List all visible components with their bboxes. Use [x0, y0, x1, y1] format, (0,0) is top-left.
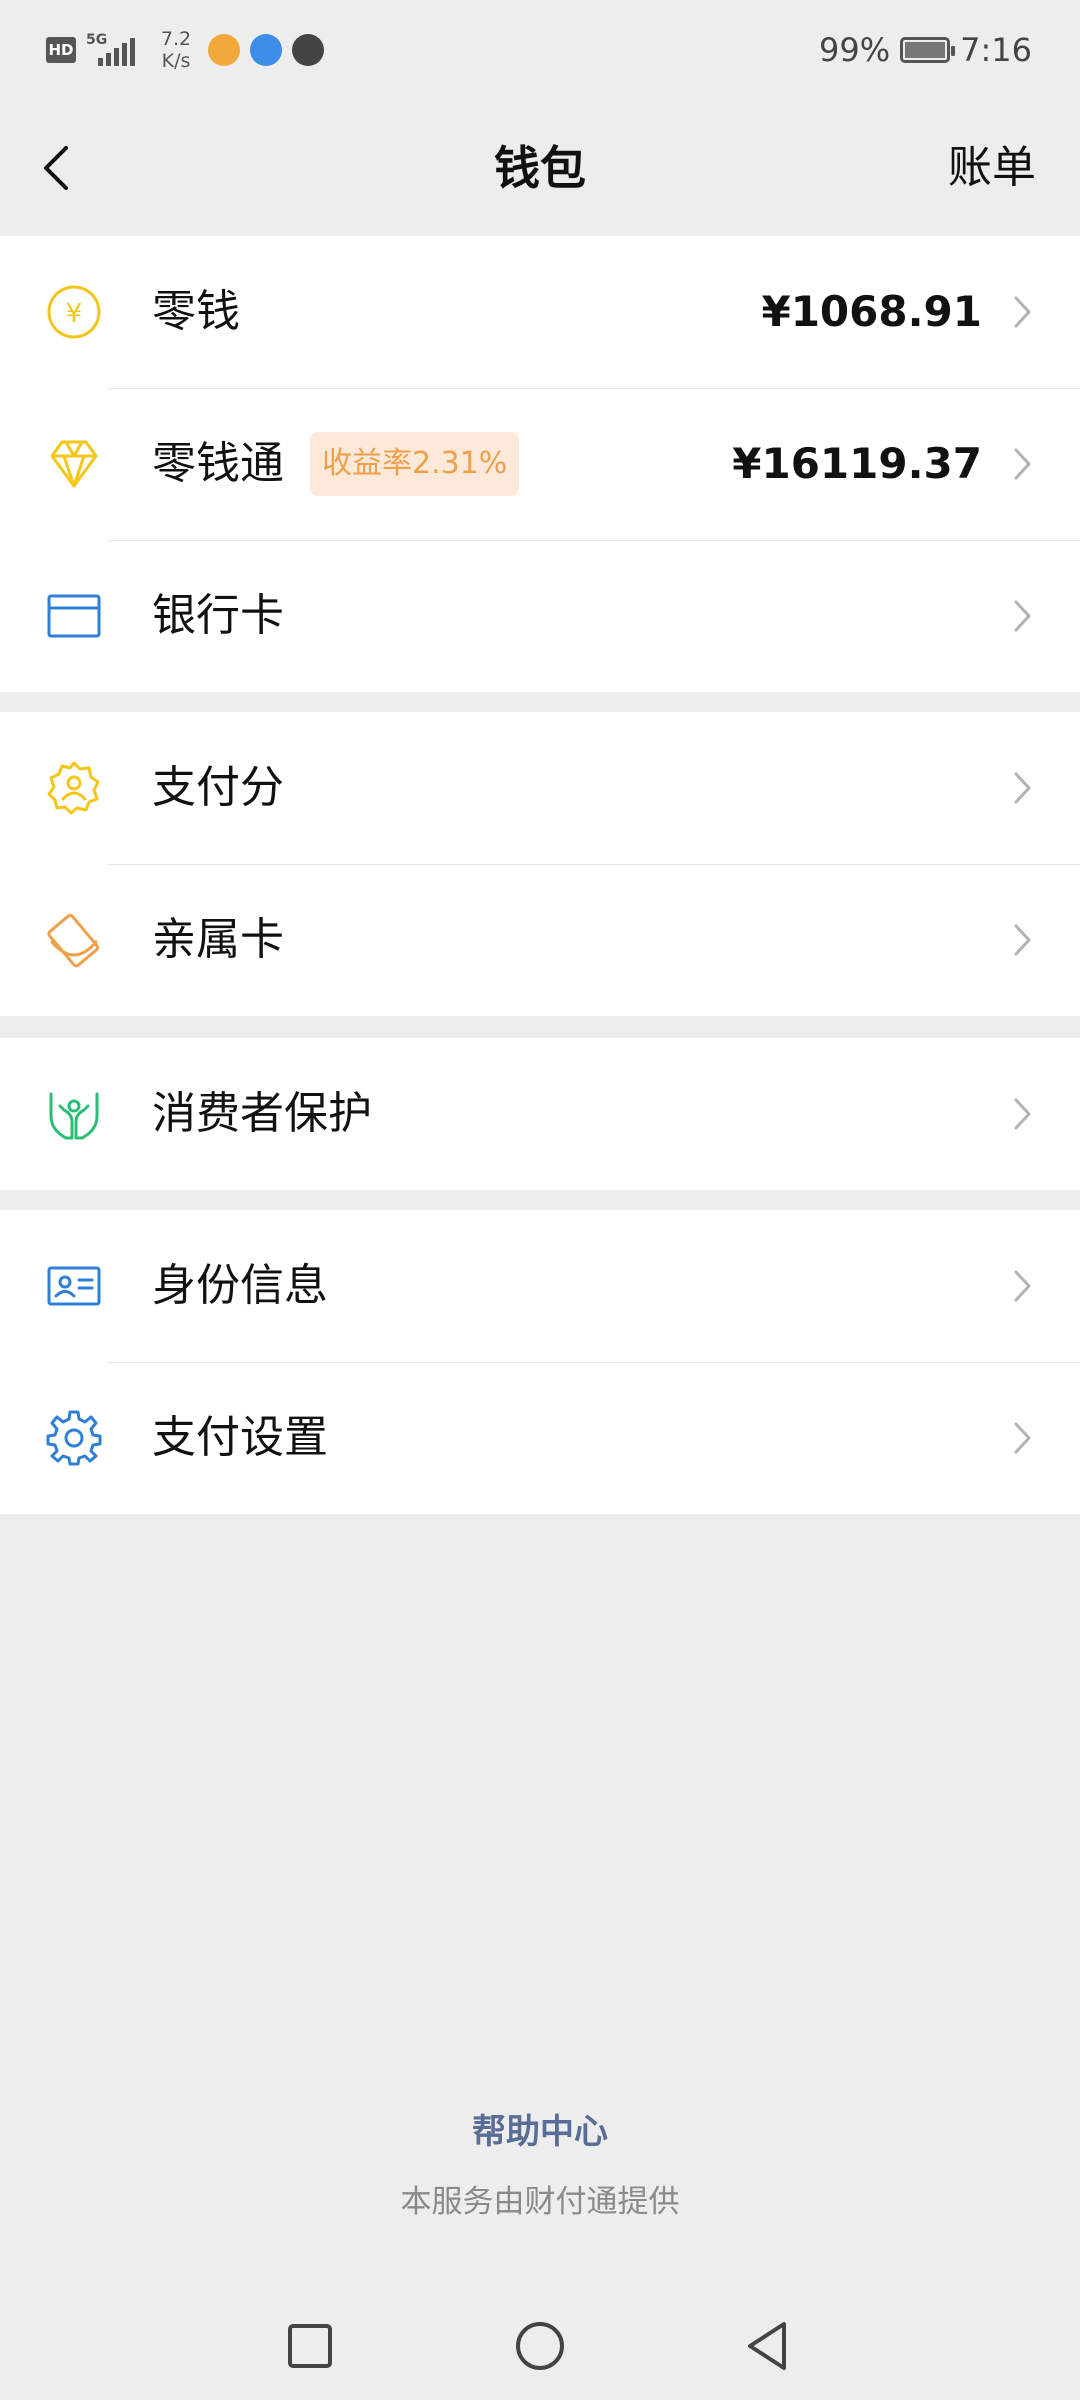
battery-icon [900, 37, 956, 63]
balance-value: ¥1068.91 [761, 287, 982, 336]
list-item-change[interactable]: ¥ 零钱 ¥1068.91 [0, 236, 1080, 388]
list-item-label: 银行卡 [152, 590, 284, 641]
id-card-icon [47, 1266, 101, 1306]
chevron-right-icon [1014, 600, 1031, 632]
signal-5g-icon: 5G [86, 30, 144, 70]
bank-card-icon [47, 594, 101, 638]
list-item-pay-score[interactable]: 支付分 [0, 712, 1080, 864]
list-item-consumer-protection[interactable]: 消费者保护 [0, 1038, 1080, 1190]
chevron-right-icon [1014, 1270, 1031, 1302]
list-item-label: 亲属卡 [152, 914, 284, 965]
chevron-right-icon [1014, 924, 1031, 956]
gear-icon [46, 1410, 102, 1466]
recent-apps-icon[interactable] [280, 2316, 340, 2376]
status-right: 99% 7:16 [819, 22, 1032, 78]
list-item-lingqiantong[interactable]: 零钱通 收益率2.31% ¥16119.37 [0, 388, 1080, 540]
clock: 7:16 [960, 31, 1032, 69]
bill-button[interactable]: 账单 [948, 138, 1036, 198]
family-card-icon [47, 913, 100, 968]
list-item-label: 消费者保护 [152, 1088, 372, 1139]
home-icon[interactable] [510, 2316, 570, 2376]
yield-badge: 收益率2.31% [310, 432, 520, 496]
diamond-icon [50, 440, 98, 488]
battery-percent: 99% [819, 31, 891, 69]
wallet-group-credit: 支付分 亲属卡 [0, 712, 1080, 1016]
lingqiantong-value: ¥16119.37 [732, 439, 982, 488]
credit-score-icon [47, 761, 100, 815]
provider-note: 本服务由财付通提供 [400, 2184, 680, 2220]
chevron-right-icon [1014, 772, 1031, 804]
page-title: 钱包 [494, 141, 586, 195]
wallet-group-protection: 消费者保护 [0, 1038, 1080, 1190]
wallet-group-settings: 身份信息 支付设置 [0, 1210, 1080, 1514]
list-item-label: 零钱 [152, 286, 240, 337]
svg-text:¥: ¥ [66, 299, 83, 329]
circle-app-notification-icon [292, 34, 324, 66]
status-left: HD 5G 7.2 K/s [46, 22, 324, 78]
list-item-label: 支付分 [152, 762, 284, 813]
browser-notification-icon [250, 34, 282, 66]
chevron-right-icon [1014, 296, 1031, 328]
app-notification-icon [208, 34, 240, 66]
status-bar: HD 5G 7.2 K/s 99% 7:16 [0, 0, 1080, 100]
hd-badge: HD [46, 37, 76, 63]
list-item-identity[interactable]: 身份信息 [0, 1210, 1080, 1362]
list-item-label: 零钱通 [152, 438, 284, 489]
list-item-bank-card[interactable]: 银行卡 [0, 540, 1080, 692]
network-speed: 7.2 K/s [160, 28, 192, 72]
chevron-right-icon [1014, 1422, 1031, 1454]
help-center-link[interactable]: 帮助中心 [0, 2104, 1080, 2153]
chevron-right-icon [1014, 1098, 1031, 1130]
list-item-family-card[interactable]: 亲属卡 [0, 864, 1080, 1016]
protect-hands-icon [49, 1092, 99, 1140]
nav-bar: 钱包 账单 [0, 100, 1080, 236]
back-triangle-icon[interactable] [740, 2316, 800, 2376]
chevron-right-icon [1014, 448, 1031, 480]
system-navigation-bar [0, 2290, 1080, 2400]
list-item-label: 身份信息 [152, 1260, 328, 1311]
list-item-label: 支付设置 [152, 1412, 328, 1463]
wallet-group-balance: ¥ 零钱 ¥1068.91 零钱通 收益率2.31% ¥16119.37 银行卡 [0, 236, 1080, 692]
yuan-coin-icon: ¥ [47, 285, 101, 339]
list-item-pay-settings[interactable]: 支付设置 [0, 1362, 1080, 1514]
